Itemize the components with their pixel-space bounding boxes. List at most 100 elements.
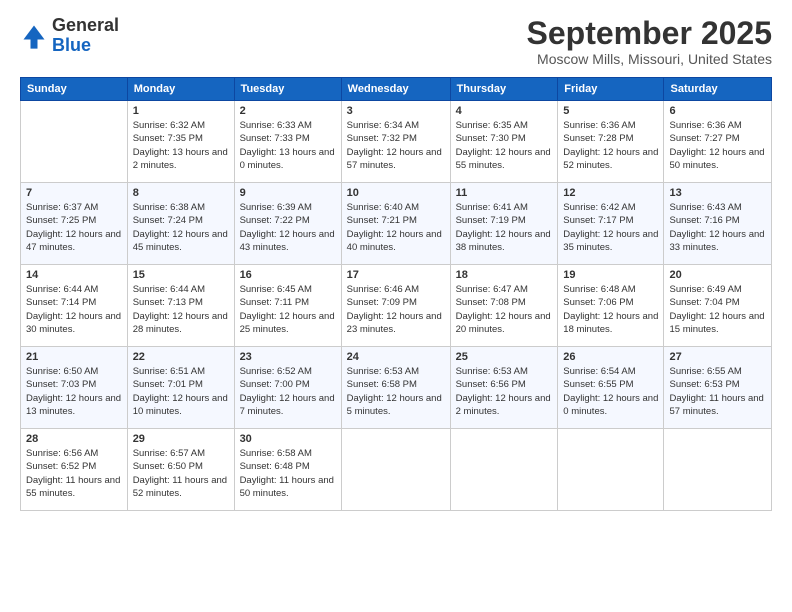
day-info: Sunrise: 6:42 AM Sunset: 7:17 PM Dayligh… bbox=[563, 201, 658, 254]
day-info: Sunrise: 6:34 AM Sunset: 7:32 PM Dayligh… bbox=[347, 119, 445, 172]
day-info: Sunrise: 6:38 AM Sunset: 7:24 PM Dayligh… bbox=[133, 201, 229, 254]
calendar-cell: 17 Sunrise: 6:46 AM Sunset: 7:09 PM Dayli… bbox=[341, 265, 450, 347]
day-info: Sunrise: 6:57 AM Sunset: 6:50 PM Dayligh… bbox=[133, 447, 229, 500]
header-saturday: Saturday bbox=[664, 78, 772, 101]
day-number: 30 bbox=[240, 433, 336, 445]
day-info: Sunrise: 6:45 AM Sunset: 7:11 PM Dayligh… bbox=[240, 283, 336, 336]
day-number: 19 bbox=[563, 269, 658, 281]
calendar-cell: 9Sunrise: 6:39 AM Sunset: 7:22 PM Daylig… bbox=[234, 183, 341, 265]
calendar-week-row-3: 21Sunrise: 6:50 AM Sunset: 7:03 PM Dayli… bbox=[21, 347, 772, 429]
day-number: 23 bbox=[240, 351, 336, 363]
calendar-cell: 16 Sunrise: 6:45 AM Sunset: 7:11 PM Dayli… bbox=[234, 265, 341, 347]
header: General Blue September 2025 Moscow Mills… bbox=[20, 16, 772, 67]
header-sunday: Sunday bbox=[21, 78, 128, 101]
day-number: 20 bbox=[669, 269, 766, 281]
header-monday: Monday bbox=[127, 78, 234, 101]
calendar-cell: 25 Sunrise: 6:53 AM Sunset: 6:56 PM Dayli… bbox=[450, 347, 558, 429]
calendar-header-row: Sunday Monday Tuesday Wednesday Thursday… bbox=[21, 78, 772, 101]
day-info: Sunrise: 6:51 AM Sunset: 7:01 PM Dayligh… bbox=[133, 365, 229, 418]
calendar-cell: 24Sunrise: 6:53 AM Sunset: 6:58 PM Dayli… bbox=[341, 347, 450, 429]
day-info: Sunrise: 6:43 AM Sunset: 7:16 PM Dayligh… bbox=[669, 201, 766, 254]
day-number: 22 bbox=[133, 351, 229, 363]
logo-blue: Blue bbox=[52, 35, 91, 55]
calendar-cell: 22 Sunrise: 6:51 AM Sunset: 7:01 PM Dayli… bbox=[127, 347, 234, 429]
day-number: 15 bbox=[133, 269, 229, 281]
calendar-cell: 4 Sunrise: 6:35 AM Sunset: 7:30 PM Daylig… bbox=[450, 101, 558, 183]
day-number: 4 bbox=[456, 105, 553, 117]
calendar-cell: 6 Sunrise: 6:36 AM Sunset: 7:27 PM Daylig… bbox=[664, 101, 772, 183]
day-info: Sunrise: 6:53 AM Sunset: 6:58 PM Dayligh… bbox=[347, 365, 445, 418]
day-number: 7 bbox=[26, 187, 122, 199]
calendar-cell bbox=[341, 429, 450, 511]
day-number: 18 bbox=[456, 269, 553, 281]
day-info: Sunrise: 6:55 AM Sunset: 6:53 PM Dayligh… bbox=[669, 365, 766, 418]
calendar-cell: 1 Sunrise: 6:32 AM Sunset: 7:35 PM Daylig… bbox=[127, 101, 234, 183]
day-number: 8 bbox=[133, 187, 229, 199]
day-info: Sunrise: 6:46 AM Sunset: 7:09 PM Dayligh… bbox=[347, 283, 445, 336]
day-number: 3 bbox=[347, 105, 445, 117]
calendar-cell bbox=[21, 101, 128, 183]
calendar-cell: 11Sunrise: 6:41 AM Sunset: 7:19 PM Dayli… bbox=[450, 183, 558, 265]
calendar-cell: 27 Sunrise: 6:55 AM Sunset: 6:53 PM Dayli… bbox=[664, 347, 772, 429]
day-info: Sunrise: 6:36 AM Sunset: 7:27 PM Dayligh… bbox=[669, 119, 766, 172]
calendar-cell: 20 Sunrise: 6:49 AM Sunset: 7:04 PM Dayli… bbox=[664, 265, 772, 347]
day-number: 29 bbox=[133, 433, 229, 445]
calendar-cell: 29 Sunrise: 6:57 AM Sunset: 6:50 PM Dayli… bbox=[127, 429, 234, 511]
calendar-cell: 10 Sunrise: 6:40 AM Sunset: 7:21 PM Dayli… bbox=[341, 183, 450, 265]
day-number: 28 bbox=[26, 433, 122, 445]
logo-general: General bbox=[52, 15, 119, 35]
day-info: Sunrise: 6:44 AM Sunset: 7:14 PM Dayligh… bbox=[26, 283, 122, 336]
calendar-cell: 26Sunrise: 6:54 AM Sunset: 6:55 PM Dayli… bbox=[558, 347, 664, 429]
day-info: Sunrise: 6:44 AM Sunset: 7:13 PM Dayligh… bbox=[133, 283, 229, 336]
month-title: September 2025 bbox=[527, 16, 772, 51]
day-number: 27 bbox=[669, 351, 766, 363]
calendar-cell: 15 Sunrise: 6:44 AM Sunset: 7:13 PM Dayli… bbox=[127, 265, 234, 347]
calendar-cell: 2Sunrise: 6:33 AM Sunset: 7:33 PM Daylig… bbox=[234, 101, 341, 183]
day-number: 9 bbox=[240, 187, 336, 199]
calendar-cell: 19 Sunrise: 6:48 AM Sunset: 7:06 PM Dayli… bbox=[558, 265, 664, 347]
calendar-cell: 7 Sunrise: 6:37 AM Sunset: 7:25 PM Daylig… bbox=[21, 183, 128, 265]
day-number: 1 bbox=[133, 105, 229, 117]
calendar-cell: 13 Sunrise: 6:43 AM Sunset: 7:16 PM Dayli… bbox=[664, 183, 772, 265]
calendar-cell: 3 Sunrise: 6:34 AM Sunset: 7:32 PM Daylig… bbox=[341, 101, 450, 183]
day-number: 6 bbox=[669, 105, 766, 117]
calendar: Sunday Monday Tuesday Wednesday Thursday… bbox=[20, 77, 772, 511]
logo: General Blue bbox=[20, 16, 119, 56]
header-wednesday: Wednesday bbox=[341, 78, 450, 101]
day-info: Sunrise: 6:49 AM Sunset: 7:04 PM Dayligh… bbox=[669, 283, 766, 336]
day-info: Sunrise: 6:35 AM Sunset: 7:30 PM Dayligh… bbox=[456, 119, 553, 172]
calendar-cell bbox=[558, 429, 664, 511]
header-friday: Friday bbox=[558, 78, 664, 101]
day-info: Sunrise: 6:47 AM Sunset: 7:08 PM Dayligh… bbox=[456, 283, 553, 336]
day-number: 26 bbox=[563, 351, 658, 363]
day-number: 10 bbox=[347, 187, 445, 199]
title-block: September 2025 Moscow Mills, Missouri, U… bbox=[527, 16, 772, 67]
calendar-cell: 23 Sunrise: 6:52 AM Sunset: 7:00 PM Dayli… bbox=[234, 347, 341, 429]
day-info: Sunrise: 6:53 AM Sunset: 6:56 PM Dayligh… bbox=[456, 365, 553, 418]
calendar-cell: 30Sunrise: 6:58 AM Sunset: 6:48 PM Dayli… bbox=[234, 429, 341, 511]
calendar-week-row-4: 28 Sunrise: 6:56 AM Sunset: 6:52 PM Dayli… bbox=[21, 429, 772, 511]
day-number: 16 bbox=[240, 269, 336, 281]
day-number: 17 bbox=[347, 269, 445, 281]
day-info: Sunrise: 6:48 AM Sunset: 7:06 PM Dayligh… bbox=[563, 283, 658, 336]
day-info: Sunrise: 6:52 AM Sunset: 7:00 PM Dayligh… bbox=[240, 365, 336, 418]
day-info: Sunrise: 6:40 AM Sunset: 7:21 PM Dayligh… bbox=[347, 201, 445, 254]
day-number: 5 bbox=[563, 105, 658, 117]
day-number: 25 bbox=[456, 351, 553, 363]
day-number: 11 bbox=[456, 187, 553, 199]
day-info: Sunrise: 6:32 AM Sunset: 7:35 PM Dayligh… bbox=[133, 119, 229, 172]
calendar-cell: 18 Sunrise: 6:47 AM Sunset: 7:08 PM Dayli… bbox=[450, 265, 558, 347]
calendar-cell bbox=[450, 429, 558, 511]
day-info: Sunrise: 6:56 AM Sunset: 6:52 PM Dayligh… bbox=[26, 447, 122, 500]
calendar-week-row-0: 1 Sunrise: 6:32 AM Sunset: 7:35 PM Daylig… bbox=[21, 101, 772, 183]
header-tuesday: Tuesday bbox=[234, 78, 341, 101]
calendar-cell: 14Sunrise: 6:44 AM Sunset: 7:14 PM Dayli… bbox=[21, 265, 128, 347]
day-number: 12 bbox=[563, 187, 658, 199]
logo-icon bbox=[20, 22, 48, 50]
day-number: 13 bbox=[669, 187, 766, 199]
calendar-cell: 12 Sunrise: 6:42 AM Sunset: 7:17 PM Dayli… bbox=[558, 183, 664, 265]
calendar-cell: 5Sunrise: 6:36 AM Sunset: 7:28 PM Daylig… bbox=[558, 101, 664, 183]
day-info: Sunrise: 6:37 AM Sunset: 7:25 PM Dayligh… bbox=[26, 201, 122, 254]
day-number: 2 bbox=[240, 105, 336, 117]
calendar-cell: 21Sunrise: 6:50 AM Sunset: 7:03 PM Dayli… bbox=[21, 347, 128, 429]
